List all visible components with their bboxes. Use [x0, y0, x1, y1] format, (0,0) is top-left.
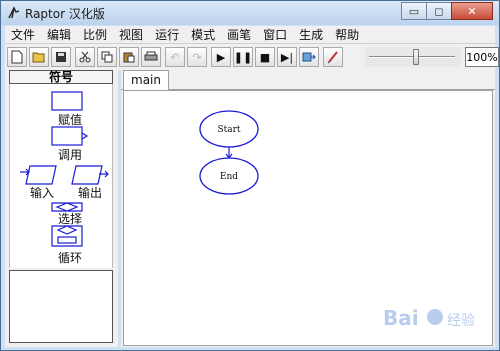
minimize-button[interactable]: ▭ [401, 2, 427, 20]
palette-label-assignment[interactable]: 赋值 [58, 111, 82, 128]
menu-mode[interactable]: 模式 [185, 26, 221, 43]
zoom-slider-thumb[interactable] [413, 49, 420, 65]
execute-step-into-icon[interactable] [299, 47, 319, 67]
end-label: End [220, 172, 238, 182]
menu-edit[interactable]: 编辑 [41, 26, 77, 43]
menu-window[interactable]: 窗口 [257, 26, 293, 43]
palette-header: 符号 [9, 70, 113, 84]
raptor-app-icon [8, 6, 20, 19]
menu-help[interactable]: 帮助 [329, 26, 365, 43]
input-symbol-icon [25, 165, 57, 185]
menu-generate[interactable]: 生成 [293, 26, 329, 43]
zoom-slider-track[interactable] [369, 56, 455, 58]
title-bar[interactable]: Raptor 汉化版 ▭ ◻ ✕ [1, 1, 499, 25]
baidu-watermark-logo: Bai 经验 [383, 306, 475, 330]
tab-strip: main [121, 70, 495, 91]
pause-icon[interactable]: ❚❚ [233, 47, 253, 67]
window-title: Raptor 汉化版 [25, 7, 105, 21]
close-button[interactable]: ✕ [451, 2, 493, 20]
menu-ink[interactable]: 画笔 [221, 26, 257, 43]
cut-scissors-icon[interactable] [75, 47, 95, 67]
undo-icon[interactable]: ↶ [165, 47, 185, 67]
call-symbol-icon [51, 126, 83, 146]
zoom-percent-field[interactable]: 100% [465, 47, 499, 67]
svg-text:经验: 经验 [447, 313, 475, 329]
start-label: Start [217, 125, 240, 135]
menu-bar: 文件 编辑 比例 视图 运行 模式 画笔 窗口 生成 帮助 [5, 26, 495, 44]
copy-icon[interactable] [97, 47, 117, 67]
menu-file[interactable]: 文件 [5, 26, 41, 43]
maximize-button[interactable]: ◻ [426, 2, 452, 20]
variable-watch-panel[interactable] [9, 270, 113, 343]
redo-icon[interactable]: ↷ [187, 47, 207, 67]
palette-label-output[interactable]: 输出 [78, 184, 102, 201]
symbol-palette: 符号 赋值 调用 输入 输出 选择 循环 [5, 70, 118, 347]
assignment-symbol-icon [51, 91, 83, 111]
stop-icon[interactable]: ■ [255, 47, 275, 67]
palette-label-call[interactable]: 调用 [58, 146, 82, 163]
raptor-window: Raptor 汉化版 ▭ ◻ ✕ 文件 编辑 比例 视图 运行 模式 画笔 窗口… [0, 0, 500, 351]
pen-tool-icon[interactable] [323, 47, 343, 67]
open-folder-icon[interactable] [29, 47, 49, 67]
tab-main[interactable]: main [123, 70, 169, 91]
new-file-icon[interactable] [7, 47, 27, 67]
palette-symbols-area: 赋值 调用 输入 输出 选择 循环 [9, 84, 113, 268]
window-controls: ▭ ◻ ✕ [401, 2, 493, 20]
palette-label-input[interactable]: 输入 [30, 184, 54, 201]
svg-text:Bai: Bai [383, 306, 419, 330]
step-icon[interactable]: ▶| [277, 47, 297, 67]
print-icon[interactable] [141, 47, 161, 67]
execute-to-completion-icon[interactable]: ▶ [211, 47, 231, 67]
save-disk-icon[interactable] [51, 47, 71, 67]
menu-view[interactable]: 视图 [113, 26, 149, 43]
palette-label-selection[interactable]: 选择 [58, 210, 82, 227]
palette-label-loop[interactable]: 循环 [58, 249, 82, 266]
toolbar: ↶ ↷ ▶ ❚❚ ■ ▶| 100% [5, 44, 499, 70]
menu-run[interactable]: 运行 [149, 26, 185, 43]
paste-clipboard-icon[interactable] [119, 47, 139, 67]
menu-scale[interactable]: 比例 [77, 26, 113, 43]
output-symbol-icon [71, 165, 103, 185]
